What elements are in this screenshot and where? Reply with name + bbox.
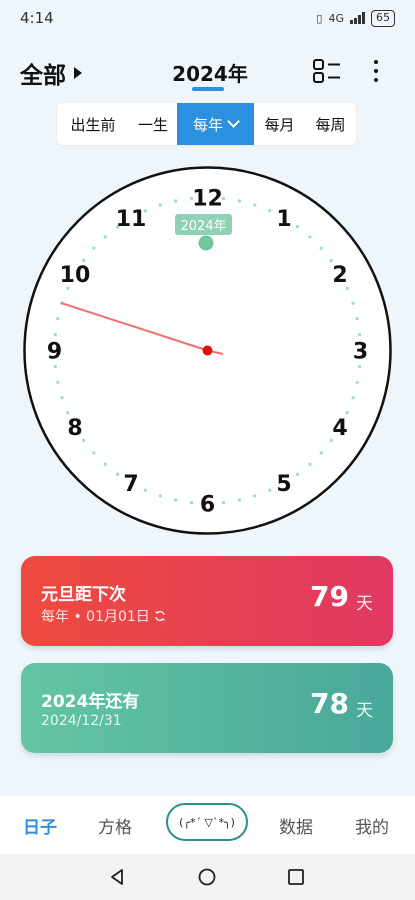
- clock-tick-dot: [355, 317, 359, 321]
- clock-number-8: 8: [67, 416, 82, 441]
- page-title[interactable]: 2024年: [170, 58, 250, 87]
- clock-tick-dot: [53, 364, 57, 369]
- clock-tick-dot: [358, 364, 362, 369]
- card-days-unit: 天: [356, 701, 373, 721]
- clock-tick-dot: [66, 411, 70, 415]
- clock-tick-dot: [92, 451, 96, 455]
- layout-list-icon[interactable]: [312, 58, 342, 84]
- clock-center-dot: [202, 345, 213, 356]
- status-time: 4:14: [20, 9, 54, 27]
- card-days-value: 78: [310, 687, 349, 720]
- clock-tick-dot: [308, 462, 312, 466]
- vibrate-icon: ▯: [316, 11, 323, 25]
- category-label: 全部: [20, 63, 66, 89]
- card-subtitle: 2024/12/31: [41, 713, 122, 729]
- clock-tick-dot: [56, 317, 60, 321]
- clock-tick-dot: [351, 301, 355, 305]
- clock-tick-dot: [295, 225, 300, 229]
- clock-tick-dot: [92, 246, 96, 250]
- clock-number-2: 2: [332, 263, 347, 288]
- filter-weekly[interactable]: 每周: [305, 103, 356, 145]
- clock-tick-dot: [237, 498, 241, 502]
- card-subtitle: 每年 • 01月01日: [41, 606, 166, 626]
- clock-tick-dot: [158, 203, 162, 207]
- clock-number-7: 7: [123, 472, 138, 497]
- nav-emoticon-button[interactable]: (╭*´ ▽`*╮): [166, 803, 248, 841]
- home-icon[interactable]: [198, 868, 216, 886]
- card-days-value: 79: [310, 580, 349, 613]
- repeat-icon: [154, 610, 165, 622]
- network-type: 4G: [328, 11, 344, 25]
- chevron-down-icon: [227, 115, 240, 128]
- recents-icon[interactable]: [287, 868, 305, 886]
- countdown-card-new-year[interactable]: 元旦距下次 每年 • 01月01日 79 天: [21, 556, 393, 646]
- nav-grid[interactable]: 方格: [98, 813, 132, 838]
- clock-tick-dot: [221, 501, 226, 505]
- clock-tick-dot: [319, 451, 323, 455]
- title-underline: [192, 87, 224, 91]
- clock-tick-dot: [115, 472, 120, 476]
- clock-number-5: 5: [276, 472, 291, 497]
- back-icon[interactable]: [108, 868, 126, 886]
- filter-yearly[interactable]: 每年: [177, 103, 254, 145]
- clock-tick-dot: [308, 235, 312, 239]
- clock-tick-dot: [358, 332, 362, 337]
- clock-tick-dot: [268, 209, 272, 213]
- nav-days[interactable]: 日子: [23, 813, 57, 838]
- status-icons: ▯ 4G 65: [316, 9, 395, 27]
- triangle-right-icon: [74, 67, 82, 79]
- filter-monthly[interactable]: 每月: [254, 103, 305, 145]
- clock-tick-dot: [53, 332, 57, 337]
- clock-tick-dot: [158, 494, 162, 498]
- clock-tick-dot: [295, 472, 300, 476]
- bottom-nav: 日子 方格 (╭*´ ▽`*╮) 数据 我的: [0, 796, 415, 854]
- period-filter: 出生前 一生 每年 每月 每周: [57, 103, 356, 145]
- clock-tick-dot: [143, 488, 147, 492]
- category-selector[interactable]: 全部: [20, 56, 82, 90]
- filter-before-birth[interactable]: 出生前: [57, 103, 129, 145]
- clock-tick-dot: [268, 488, 272, 492]
- filter-lifetime[interactable]: 一生: [129, 103, 177, 145]
- clock-tick-dot: [351, 396, 355, 400]
- header: 全部 2024年: [0, 46, 415, 96]
- clock-number-4: 4: [332, 416, 347, 441]
- clock-tick-dot: [345, 411, 349, 415]
- countdown-card-year-remaining[interactable]: 2024年还有 2024/12/31 78 天: [21, 663, 393, 753]
- clock-tick-dot: [237, 199, 241, 203]
- clock-number-12: 12: [192, 187, 223, 212]
- clock-tick-dot: [253, 494, 257, 498]
- status-bar: 4:14 ▯ 4G 65: [0, 0, 415, 36]
- battery-icon: 65: [371, 9, 395, 27]
- clock-tick-dot: [56, 380, 60, 384]
- clock-tick-dot: [174, 199, 178, 203]
- clock-number-3: 3: [353, 340, 368, 365]
- clock-tick-dot: [329, 258, 333, 263]
- signal-icon: [350, 12, 365, 24]
- clock-tick-dot: [319, 246, 323, 250]
- clock-tick-dot: [60, 396, 64, 400]
- clock-number-6: 6: [200, 493, 215, 518]
- system-nav-bar: [0, 854, 415, 900]
- clock-tick-dot: [103, 235, 107, 239]
- card-days-unit: 天: [356, 594, 373, 614]
- nav-data[interactable]: 数据: [279, 813, 313, 838]
- clock-number-10: 10: [60, 263, 91, 288]
- clock-number-9: 9: [47, 340, 62, 365]
- clock-tick-dot: [82, 258, 86, 263]
- clock-tick-dot: [189, 501, 194, 505]
- clock-number-11: 11: [116, 207, 147, 232]
- year-marker[interactable]: [198, 235, 214, 251]
- clock-tick-dot: [174, 498, 178, 502]
- nav-mine[interactable]: 我的: [355, 813, 389, 838]
- year-clock: 123456789101112 2024年: [23, 166, 392, 535]
- clock-tick-dot: [253, 203, 257, 207]
- year-badge: 2024年: [180, 219, 226, 234]
- clock-number-1: 1: [276, 207, 291, 232]
- card-title: 元旦距下次: [41, 585, 126, 605]
- clock-tick-dot: [355, 380, 359, 384]
- more-vertical-icon[interactable]: [366, 58, 386, 84]
- clock-tick-dot: [103, 462, 107, 466]
- card-title: 2024年还有: [41, 692, 140, 712]
